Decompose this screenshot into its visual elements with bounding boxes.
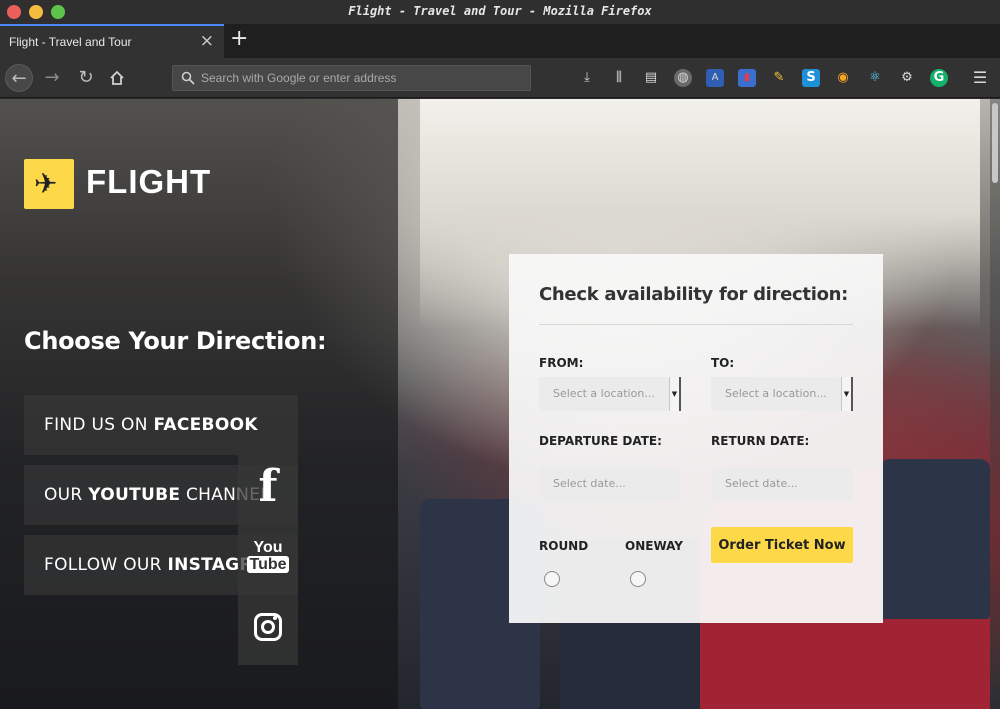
tab-label: Flight - Travel and Tour [9,35,132,49]
choose-direction-heading: Choose Your Direction: [24,327,327,355]
departure-date-placeholder: Select date... [553,477,626,490]
from-select-value: Select a location... [553,387,655,400]
youtube-link-bold: YOUTUBE [88,485,181,505]
facebook-link[interactable]: FIND US ON FACEBOOK [24,395,298,455]
round-label: ROUND [539,539,589,553]
facebook-link-bold: FACEBOOK [153,415,258,435]
new-tab-button[interactable]: + [230,26,248,51]
back-button[interactable]: ← [5,64,33,92]
departure-date-label: DEPARTURE DATE: [539,434,662,448]
youtube-icon-top: You [253,539,283,556]
translate-icon[interactable]: A [706,69,724,87]
return-date-placeholder: Select date... [725,477,798,490]
address-input[interactable] [201,69,521,87]
owl-icon[interactable]: ◉ [834,69,852,87]
round-radio[interactable] [544,571,560,587]
chevron-down-icon: ▼ [841,377,853,411]
grammarly-icon[interactable]: G [930,69,948,87]
return-date-field[interactable]: Select date... [711,467,853,501]
instagram-icon[interactable] [238,595,298,665]
youtube-link-prefix: OUR [44,485,89,505]
address-bar[interactable] [172,65,531,91]
youtube-icon-bottom: Tube [247,556,289,573]
scrollbar-thumb[interactable] [992,103,998,183]
download-icon[interactable]: ⤓ [578,69,596,87]
menu-icon[interactable]: ☰ [971,69,989,87]
airplane-icon: ✈ [34,167,58,200]
oneway-label: ONEWAY [625,539,683,553]
forward-button[interactable]: → [38,64,66,92]
tab-bar: Flight - Travel and Tour × + [0,24,1000,58]
home-button[interactable] [103,64,131,92]
from-label: FROM: [539,356,584,370]
tab-flight[interactable]: Flight - Travel and Tour × [0,24,224,58]
tab-close-icon[interactable]: × [200,31,214,51]
to-select-value: Select a location... [725,387,827,400]
instagram-lens [261,620,275,634]
arrow-right-icon: → [44,67,60,88]
instagram-link-prefix: FOLLOW OUR [44,555,168,575]
reload-icon: ↻ [78,67,94,88]
seat-shape [880,459,990,619]
logo[interactable]: ✈ [24,159,74,209]
form-divider [539,324,853,325]
reader-icon[interactable]: ▤ [642,69,660,87]
page-scrollbar[interactable] [990,99,1000,709]
home-icon [110,70,124,85]
window-titlebar: Flight - Travel and Tour - Mozilla Firef… [0,0,1000,24]
brand-name: FLIGHT [86,163,212,200]
youtube-icon[interactable]: You Tube [238,525,298,595]
skype-icon[interactable]: S [802,69,820,87]
facebook-link-prefix: FIND US ON [44,415,154,435]
facebook-icon[interactable]: f [238,455,298,525]
departure-date-field[interactable]: Select date... [539,467,681,501]
chevron-down-icon: ▼ [669,377,681,411]
window-title: Flight - Travel and Tour - Mozilla Firef… [348,4,652,18]
return-date-label: RETURN DATE: [711,434,810,448]
extension-icon[interactable]: ▮ [738,69,756,87]
pen-icon[interactable]: ✎ [770,69,788,87]
navigation-toolbar: ← → ↻ ⤓ ⫼ ▤ ◍ A ▮ ✎ S ◉ ⚛ ⚙ G ☰ [0,58,1000,98]
arrow-left-icon: ← [11,68,27,89]
page-content: ✈ FLIGHT Choose Your Direction: FIND US … [0,99,1000,709]
booking-form: Check availability for direction: FROM: … [509,254,883,623]
instagram-dot [273,616,277,620]
library-icon[interactable]: ⫼ [610,69,628,87]
order-ticket-button[interactable]: Order Ticket Now [711,527,853,563]
oneway-radio[interactable] [630,571,646,587]
from-select[interactable]: Select a location... ▼ [539,377,681,411]
to-select[interactable]: Select a location... ▼ [711,377,853,411]
search-icon [181,71,195,85]
react-icon[interactable]: ⚛ [866,69,884,87]
form-title: Check availability for direction: [539,284,849,305]
gear-icon[interactable]: ⚙ [898,69,916,87]
to-label: TO: [711,356,735,370]
reload-button[interactable]: ↻ [72,64,100,92]
globe-icon[interactable]: ◍ [674,69,692,87]
